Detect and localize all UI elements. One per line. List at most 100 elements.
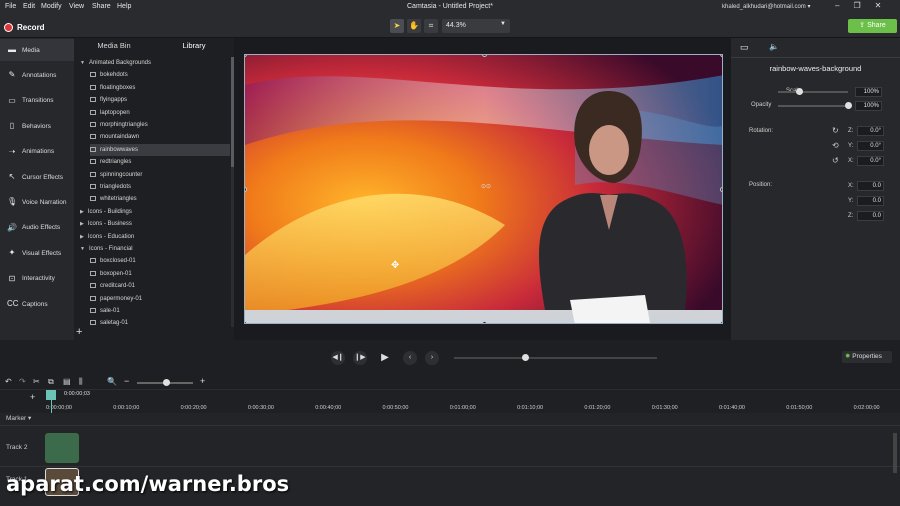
library-item[interactable]: laptopopen	[90, 107, 230, 119]
hand-icon[interactable]: ✋	[407, 19, 421, 33]
zoom-search-icon[interactable]: 🔍	[107, 377, 117, 386]
library-item[interactable]: redtriangles	[90, 156, 230, 168]
step-forward-icon[interactable]: ❙▶	[353, 351, 367, 365]
close-icon[interactable]: ✕	[875, 1, 882, 10]
paste-icon[interactable]: ▤	[63, 377, 71, 386]
audio-properties-icon[interactable]: 🔈	[769, 42, 779, 51]
track-2-label[interactable]: Track 2	[0, 444, 44, 451]
resize-handle[interactable]	[720, 321, 722, 323]
library-item[interactable]: boxclosed-01	[90, 255, 230, 267]
zoom-select[interactable]: 44.3% ▼	[442, 19, 510, 33]
library-item[interactable]: rainbowwaves	[90, 143, 230, 156]
sidebar-item-transitions[interactable]: ▭ Transitions	[0, 90, 74, 112]
caret-down-icon[interactable]: ▼	[80, 246, 85, 252]
caret-down-icon[interactable]: ▼	[80, 60, 85, 66]
caret-right-icon[interactable]: ▶	[80, 209, 84, 215]
library-item[interactable]: flyingapps	[90, 94, 230, 106]
menu-edit[interactable]: Edit	[23, 3, 35, 10]
split-icon[interactable]: ⫼	[79, 377, 83, 387]
step-back-icon[interactable]: ◀❙	[331, 351, 345, 365]
add-icon[interactable]: +	[76, 326, 82, 338]
redo-icon[interactable]: ↷	[19, 377, 26, 386]
resize-handle[interactable]	[720, 187, 722, 192]
resize-handle[interactable]	[245, 321, 247, 323]
scale-field[interactable]: 100%	[855, 87, 882, 97]
sidebar-item-captions[interactable]: CC Captions	[0, 293, 74, 315]
rotation-z-field[interactable]: 0.0°	[857, 126, 884, 136]
sidebar-item-audio-effects[interactable]: 🔊 Audio Effects	[0, 217, 74, 239]
sidebar-item-behaviors[interactable]: ▯ Behaviors	[0, 115, 74, 137]
library-item[interactable]: saletag-01	[90, 317, 230, 329]
library-item[interactable]: floatingboxes	[90, 82, 230, 94]
scale-slider[interactable]	[778, 91, 848, 93]
library-folder[interactable]: ▶ Icons - Education	[80, 231, 230, 243]
crop-icon[interactable]: ⌗	[424, 19, 438, 33]
properties-button[interactable]: ✹ Properties	[842, 351, 892, 363]
record-button[interactable]: Record	[4, 19, 56, 35]
play-icon[interactable]: ▶	[376, 349, 394, 367]
visual-properties-icon[interactable]: ▭	[740, 42, 749, 53]
track-2-clip[interactable]	[45, 433, 79, 463]
resize-handle[interactable]	[482, 321, 487, 323]
library-item[interactable]: boxopen-01	[90, 268, 230, 280]
library-folder[interactable]: ▶ Icons - Buildings	[80, 206, 230, 218]
pointer-icon[interactable]: ➤	[390, 19, 404, 33]
center-anchor-icon[interactable]: ⊙⊙	[481, 183, 491, 190]
cut-icon[interactable]: ✂	[33, 377, 40, 386]
copy-icon[interactable]: ⧉	[48, 377, 54, 387]
library-item[interactable]: whitetriangles	[90, 193, 230, 205]
position-x-field[interactable]: 0.0	[857, 181, 884, 191]
menu-file[interactable]: File	[5, 3, 16, 10]
library-item[interactable]: spinningcounter	[90, 169, 230, 181]
sidebar-item-animations[interactable]: ➝ Animations	[0, 141, 74, 163]
marker-label[interactable]: Marker ▾	[0, 414, 44, 422]
menu-help[interactable]: Help	[117, 3, 131, 10]
scrub-slider-knob[interactable]	[522, 354, 530, 361]
tracks-scrollbar[interactable]	[893, 433, 897, 473]
rotation-x-field[interactable]: 0.0°	[857, 156, 884, 166]
previous-icon[interactable]: ‹	[403, 351, 417, 365]
library-folder[interactable]: ▼ Icons - Financial	[80, 243, 230, 255]
undo-icon[interactable]: ↶	[5, 377, 12, 386]
opacity-slider[interactable]	[778, 105, 848, 107]
sidebar-item-interactivity[interactable]: ⊡ Interactivity	[0, 268, 74, 290]
video-preview[interactable]: ✥ ⊙⊙	[244, 54, 723, 324]
add-track-icon[interactable]: +	[30, 392, 35, 402]
maximize-icon[interactable]: ❐	[853, 1, 860, 10]
sidebar-item-annotations[interactable]: ✎ Annotations	[0, 64, 74, 86]
share-button[interactable]: ⇪ Share	[848, 19, 897, 33]
minimize-icon[interactable]: –	[835, 1, 839, 10]
rotation-y-field[interactable]: 0.0°	[857, 141, 884, 151]
opacity-slider-knob[interactable]	[845, 102, 852, 109]
menu-share[interactable]: Share	[92, 3, 111, 10]
menu-view[interactable]: View	[69, 3, 84, 10]
tab-media-bin[interactable]: Media Bin	[74, 38, 154, 53]
resize-handle[interactable]	[720, 55, 722, 57]
scale-slider-knob[interactable]	[796, 88, 803, 95]
library-folder[interactable]: ▼ Animated Backgrounds	[80, 57, 230, 69]
opacity-field[interactable]: 100%	[855, 101, 882, 111]
position-y-field[interactable]: 0.0	[857, 196, 884, 206]
next-icon[interactable]: ›	[425, 351, 439, 365]
library-item[interactable]: triangledots	[90, 181, 230, 193]
library-item[interactable]: morphingtriangles	[90, 119, 230, 131]
caret-right-icon[interactable]: ▶	[80, 234, 84, 240]
caret-right-icon[interactable]: ▶	[80, 221, 84, 227]
library-item[interactable]: bokehdots	[90, 69, 230, 81]
tab-library[interactable]: Library	[154, 38, 234, 53]
library-item[interactable]: sale-01	[90, 305, 230, 317]
scrub-slider[interactable]	[454, 357, 657, 359]
zoom-in-icon[interactable]: +	[200, 376, 205, 386]
user-account[interactable]: khaled_alkhudari@hotmail.com ▾	[722, 3, 811, 10]
sidebar-item-visual-effects[interactable]: ✦ Visual Effects	[0, 242, 74, 264]
sidebar-item-media[interactable]: ▬ Media	[0, 39, 74, 61]
position-z-field[interactable]: 0.0	[857, 211, 884, 221]
library-folder[interactable]: ▶ Icons - Business	[80, 218, 230, 230]
menu-modify[interactable]: Modify	[41, 3, 62, 10]
zoom-out-icon[interactable]: −	[124, 376, 129, 386]
library-item[interactable]: mountaindawn	[90, 131, 230, 143]
sidebar-item-cursor-effects[interactable]: ↖ Cursor Effects	[0, 166, 74, 188]
sidebar-item-voice-narration[interactable]: 🎙 Voice Narration	[0, 191, 74, 213]
timeline-zoom-knob[interactable]	[163, 379, 170, 386]
library-item[interactable]: creditcard-01	[90, 280, 230, 292]
